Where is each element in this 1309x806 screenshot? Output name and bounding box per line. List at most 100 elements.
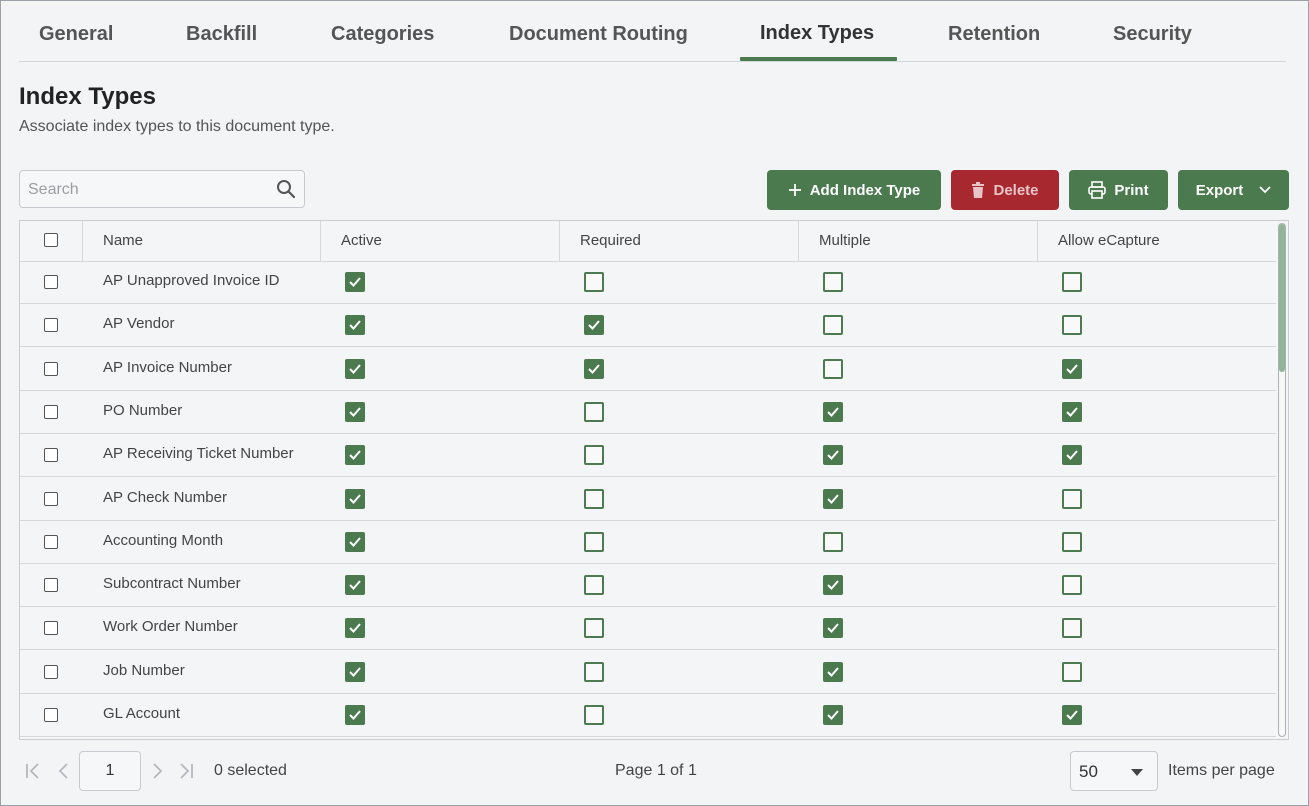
checkmark-icon [1066,710,1078,720]
table-row[interactable]: AP Unapproved Invoice ID [20,261,1276,304]
vertical-scrollbar[interactable] [1278,223,1286,737]
ecapture-checkbox[interactable] [1062,445,1082,466]
table-row[interactable]: Work Order Number [20,607,1276,651]
index-type-name: Subcontract Number [103,575,241,593]
table-row[interactable]: AP Invoice Number [20,348,1276,391]
table-row[interactable]: AP Check Number [20,478,1276,521]
table-row[interactable]: PO Number [20,391,1276,434]
required-checkbox[interactable] [584,575,604,596]
multiple-checkbox[interactable] [823,272,843,292]
active-checkbox[interactable] [345,272,365,292]
required-checkbox[interactable] [584,705,604,725]
required-checkbox[interactable] [584,401,604,422]
ecapture-checkbox[interactable] [1062,272,1082,292]
column-header-active[interactable]: Active [320,221,559,261]
column-header-name[interactable]: Name [82,221,320,261]
tab-categories[interactable]: Categories [331,23,434,46]
ecapture-checkbox[interactable] [1062,531,1082,552]
active-checkbox[interactable] [345,618,365,639]
multiple-checkbox[interactable] [823,358,843,379]
active-checkbox[interactable] [345,575,365,596]
row-select-checkbox[interactable] [44,318,58,333]
active-checkbox[interactable] [345,661,365,682]
row-select-checkbox[interactable] [44,621,58,636]
scrollbar-thumb[interactable] [1279,224,1285,372]
column-header-required[interactable]: Required [559,221,798,261]
ecapture-checkbox[interactable] [1062,661,1082,682]
first-page-icon[interactable] [24,761,42,781]
row-select-checkbox[interactable] [44,708,58,722]
row-select-checkbox[interactable] [44,275,58,289]
caret-down-icon [1131,769,1143,776]
next-page-icon[interactable] [148,761,166,781]
active-checkbox[interactable] [345,488,365,509]
search-box [19,170,305,208]
tab-backfill[interactable]: Backfill [186,23,257,46]
multiple-checkbox[interactable] [823,705,843,725]
required-checkbox[interactable] [584,272,604,292]
tab-index-types[interactable]: Index Types [760,22,874,45]
row-select-checkbox[interactable] [44,578,58,593]
select-all-checkbox[interactable] [44,233,58,247]
row-select-checkbox[interactable] [44,404,58,419]
row-select-checkbox[interactable] [44,491,58,506]
required-checkbox[interactable] [584,661,604,682]
multiple-checkbox[interactable] [823,575,843,596]
active-checkbox[interactable] [345,315,365,336]
ecapture-checkbox[interactable] [1062,618,1082,639]
row-select-checkbox[interactable] [44,534,58,549]
ecapture-checkbox[interactable] [1062,401,1082,422]
multiple-checkbox[interactable] [823,618,843,639]
ecapture-checkbox[interactable] [1062,575,1082,596]
required-checkbox[interactable] [584,315,604,336]
ecapture-checkbox[interactable] [1062,315,1082,336]
add-index-type-button[interactable]: Add Index Type [767,170,941,210]
previous-page-icon[interactable] [55,761,73,781]
tab-document-routing[interactable]: Document Routing [509,23,688,46]
row-select-checkbox[interactable] [44,361,58,376]
page-number-input[interactable]: 1 [79,751,141,791]
required-checkbox[interactable] [584,358,604,379]
search-input[interactable] [26,177,270,203]
required-checkbox[interactable] [584,488,604,509]
page-info: Page 1 of 1 [615,762,697,779]
tab-general[interactable]: General [39,23,113,46]
multiple-checkbox[interactable] [823,401,843,422]
ecapture-checkbox[interactable] [1062,358,1082,379]
ecapture-checkbox[interactable] [1062,705,1082,725]
table-row[interactable]: GL Account [20,694,1276,737]
tab-security[interactable]: Security [1113,23,1192,46]
export-button[interactable]: Export [1178,170,1289,210]
table-row[interactable]: AP Receiving Ticket Number [20,434,1276,478]
column-header-multiple[interactable]: Multiple [798,221,1037,261]
index-type-name: AP Invoice Number [103,358,232,376]
search-icon[interactable] [276,179,296,199]
table-row[interactable]: Subcontract Number [20,564,1276,608]
row-select-checkbox[interactable] [44,448,58,463]
multiple-checkbox[interactable] [823,531,843,552]
ecapture-checkbox[interactable] [1062,488,1082,509]
items-per-page-select[interactable]: 50 [1070,751,1158,791]
active-checkbox[interactable] [345,531,365,552]
multiple-checkbox[interactable] [823,661,843,682]
tab-retention[interactable]: Retention [948,23,1040,46]
multiple-checkbox[interactable] [823,488,843,509]
table-row[interactable]: Job Number [20,651,1276,694]
row-select-checkbox[interactable] [44,664,58,679]
multiple-checkbox[interactable] [823,315,843,336]
column-header-allow-ecapture[interactable]: Allow eCapture [1037,221,1276,261]
required-checkbox[interactable] [584,531,604,552]
last-page-icon[interactable] [177,761,195,781]
table-row[interactable]: Accounting Month [20,521,1276,564]
required-checkbox[interactable] [584,618,604,639]
delete-button[interactable]: Delete [951,170,1059,210]
active-checkbox[interactable] [345,705,365,725]
table-row[interactable]: AP Vendor [20,304,1276,348]
active-checkbox[interactable] [345,445,365,466]
required-checkbox[interactable] [584,445,604,466]
active-checkbox[interactable] [345,358,365,379]
checkmark-icon [349,363,361,374]
multiple-checkbox[interactable] [823,445,843,466]
print-button[interactable]: Print [1069,170,1168,210]
active-checkbox[interactable] [345,401,365,422]
